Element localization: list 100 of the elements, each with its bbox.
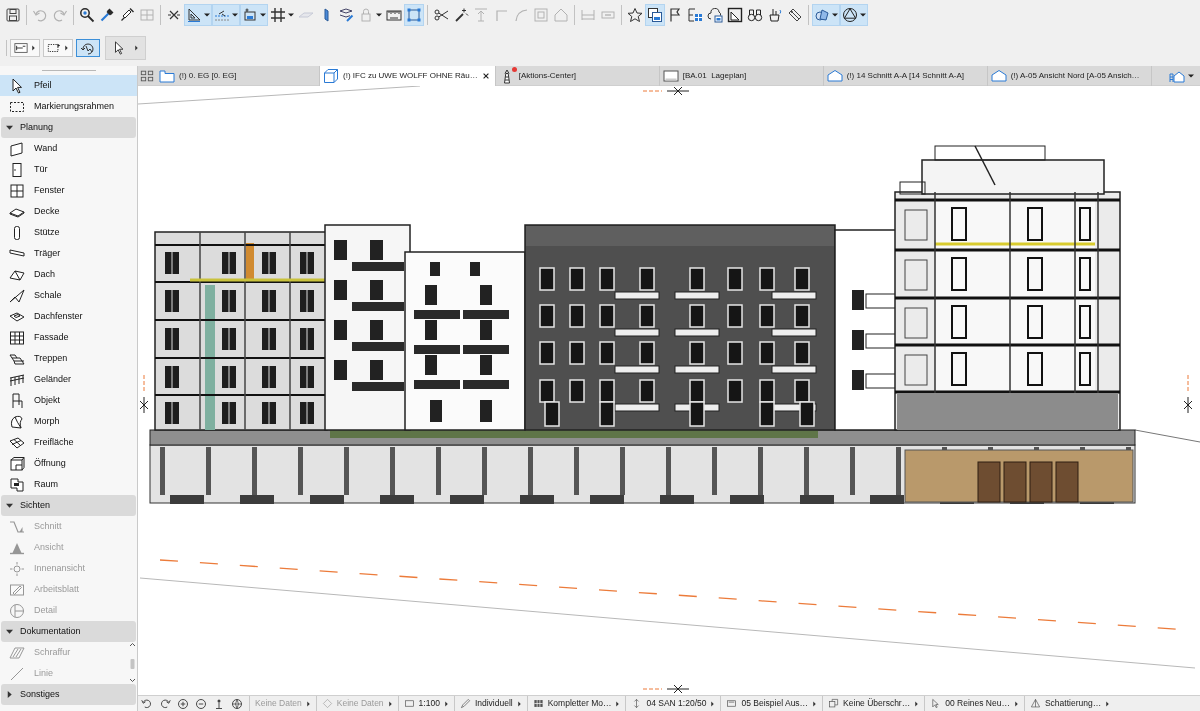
view-tab[interactable]: (!) IFC zu UWE WOLFF OHNE Räu… xyxy=(320,65,496,86)
tool-item[interactable]: Stütze xyxy=(0,222,137,243)
caret-icon xyxy=(860,12,866,18)
caret-icon xyxy=(305,700,311,707)
ground-edge-line xyxy=(1134,429,1200,443)
wall-icon xyxy=(9,140,25,157)
cube-icon xyxy=(323,67,339,84)
circle-triangle-button[interactable] xyxy=(840,4,868,26)
status-dropdown[interactable]: 00 Reines Neu… xyxy=(924,696,1024,711)
cut-marker-icon[interactable] xyxy=(139,374,149,414)
cut-marker-icon[interactable] xyxy=(642,86,690,96)
zoom-out-icon[interactable] xyxy=(195,697,207,710)
caret-icon xyxy=(1105,700,1111,707)
tool-item[interactable]: Pfeil xyxy=(0,75,137,96)
status-dropdown[interactable]: Individuell xyxy=(453,696,527,711)
overlapping-squares-icon xyxy=(828,698,840,709)
line-icon xyxy=(9,665,25,682)
tool-item[interactable]: Dachfenster xyxy=(0,306,137,327)
view-tab[interactable]: (!) 0. EG [0. EG] xyxy=(156,65,320,86)
cut-marker-icon[interactable] xyxy=(642,684,690,694)
tool-item[interactable]: Öffnung xyxy=(0,453,137,474)
folder-icon xyxy=(159,67,175,84)
view-tab[interactable]: (!) 14 Schnitt A-A [14 Schnitt A-A] xyxy=(823,65,988,86)
window-icon xyxy=(9,182,25,199)
scrollbar[interactable] xyxy=(129,642,136,684)
set-square-button[interactable] xyxy=(184,4,212,26)
box-opening-icon xyxy=(9,455,25,472)
marquee-tool-button[interactable] xyxy=(43,39,73,57)
forward-arrow-icon[interactable] xyxy=(159,697,171,710)
back-arrow-icon[interactable] xyxy=(141,697,153,710)
caret-icon xyxy=(134,45,139,51)
tool-item[interactable]: Geländer xyxy=(0,369,137,390)
section-header[interactable]: Sonstiges xyxy=(1,684,136,705)
door-tool-button[interactable] xyxy=(10,39,40,57)
status-dropdown[interactable]: 1:100 xyxy=(397,696,454,711)
section-header[interactable]: Planung xyxy=(1,117,136,138)
house-outline-icon xyxy=(826,67,843,84)
pointer-tool-button[interactable] xyxy=(105,36,146,60)
four-squares-icon xyxy=(140,68,154,83)
section-header[interactable]: Dokumentation xyxy=(1,621,136,642)
caret-icon xyxy=(6,628,13,635)
filled-grid-icon xyxy=(532,698,544,709)
caret-icon xyxy=(516,700,522,707)
tool-item[interactable]: Tür xyxy=(0,159,137,180)
tool-item[interactable]: Träger xyxy=(0,243,137,264)
arrow-pointer-icon xyxy=(112,41,126,55)
caret-icon xyxy=(443,700,449,707)
caret-icon xyxy=(232,12,238,18)
caret-icon xyxy=(710,700,716,707)
view-tab[interactable]: [Aktions-Center] xyxy=(495,65,660,86)
cut-marker-icon[interactable] xyxy=(1183,374,1193,414)
caret-icon xyxy=(812,700,818,707)
status-dropdown[interactable]: Keine Überschr… xyxy=(822,696,925,711)
zoom-in-icon[interactable] xyxy=(177,697,189,710)
rectangle-icon xyxy=(726,698,738,709)
blob-shape-icon xyxy=(9,413,25,430)
caret-icon xyxy=(260,12,266,18)
status-dropdown[interactable]: Kompletter Mo… xyxy=(526,696,626,711)
caret-icon xyxy=(6,691,13,698)
tool-item[interactable]: Freifläche xyxy=(0,432,137,453)
tool-item[interactable]: Decke xyxy=(0,201,137,222)
close-icon[interactable] xyxy=(481,71,490,80)
status-dropdown[interactable]: Schattierung… xyxy=(1023,696,1116,711)
tool-item[interactable]: Dach xyxy=(0,264,137,285)
railing-icon xyxy=(9,371,25,388)
caret-icon xyxy=(31,45,36,51)
gravity-button[interactable] xyxy=(240,4,268,26)
caret-icon xyxy=(64,45,69,51)
tool-item[interactable]: Fenster xyxy=(0,180,137,201)
door-symbol-icon xyxy=(14,41,28,55)
caret-icon xyxy=(1188,72,1194,79)
tool-item[interactable]: Objekt xyxy=(0,390,137,411)
tool-item[interactable]: Morph xyxy=(0,411,137,432)
tool-item[interactable]: Schale xyxy=(0,285,137,306)
shapes-button[interactable] xyxy=(812,4,840,26)
section-header[interactable]: Sichten xyxy=(1,495,136,516)
globe-icon[interactable] xyxy=(231,697,243,710)
rotate-icon xyxy=(80,40,96,56)
view-tab[interactable]: (!) A-05 Ansicht Nord [A-05 Ansich… xyxy=(987,65,1152,86)
caret-icon xyxy=(376,12,382,18)
chair-icon xyxy=(9,392,25,409)
divided-triangle-icon xyxy=(1029,698,1041,709)
arrow-pointer-icon xyxy=(9,77,25,94)
tool-item[interactable]: Raum xyxy=(0,474,137,495)
tool-item[interactable]: Markierungsrahmen xyxy=(0,96,137,117)
diamond-icon xyxy=(321,698,333,709)
room-plan-icon xyxy=(9,476,25,493)
rectangle-icon xyxy=(403,698,415,709)
status-dropdown[interactable]: 05 Beispiel Aus… xyxy=(720,696,823,711)
tool-item[interactable]: Fassade xyxy=(0,327,137,348)
view-tab[interactable]: [BA.01 Lageplan] xyxy=(659,65,824,86)
tool-item[interactable]: Wand xyxy=(0,138,137,159)
pin-icon[interactable] xyxy=(213,697,225,710)
caret-icon xyxy=(288,12,294,18)
rotate-tool-button[interactable] xyxy=(76,39,100,57)
status-dropdown[interactable]: 04 SAN 1:20/50 xyxy=(625,696,721,711)
caret-icon xyxy=(832,12,838,18)
tool-item[interactable]: Treppen xyxy=(0,348,137,369)
caret-icon xyxy=(1013,700,1019,707)
caret-icon xyxy=(914,700,920,707)
